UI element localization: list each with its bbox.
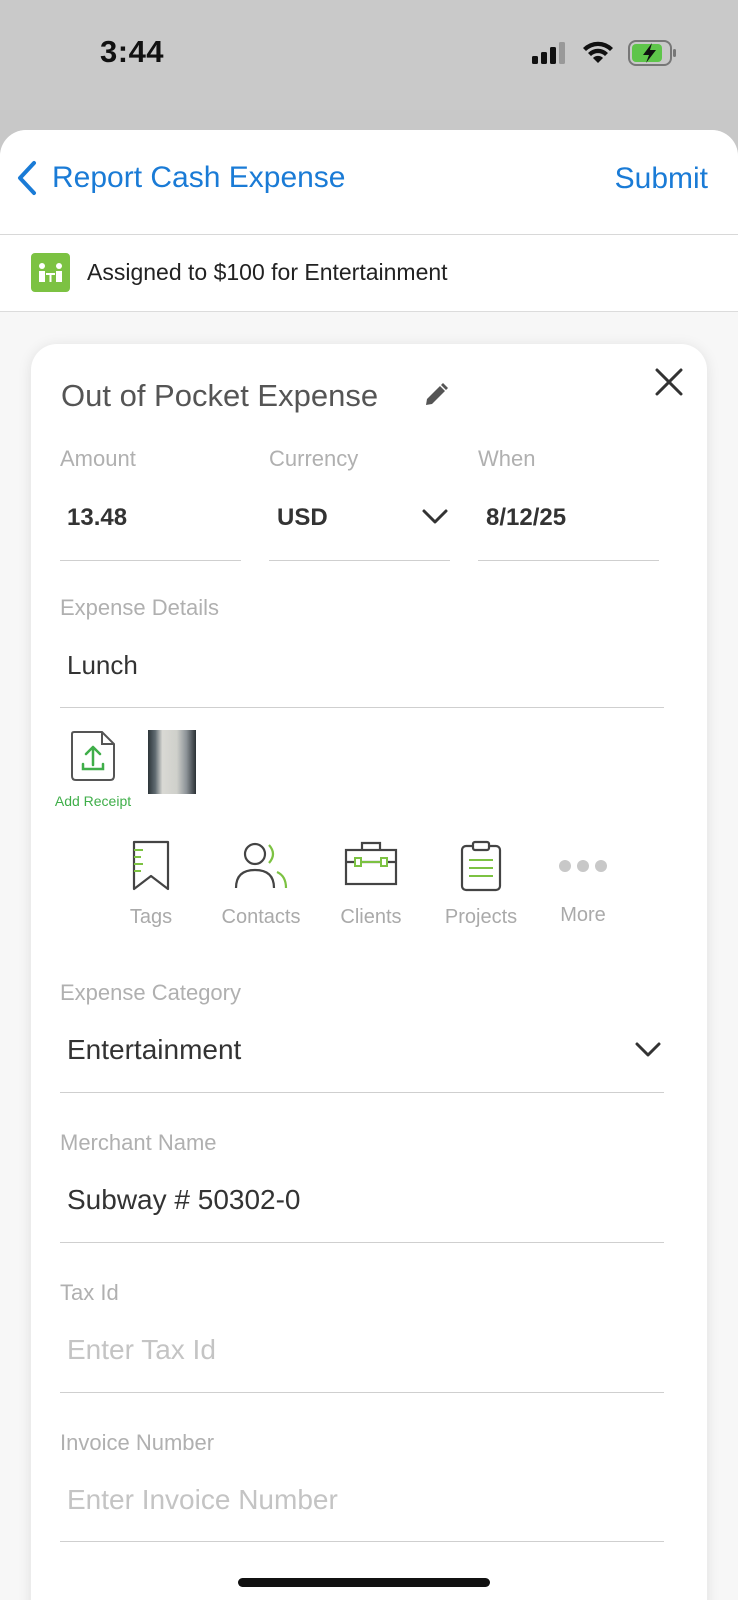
merchant-name-input[interactable]: Subway # 50302-0	[67, 1184, 301, 1216]
wifi-icon	[583, 41, 613, 63]
clients-label: Clients	[340, 906, 402, 928]
report-cash-expense-sheet: Report Cash Expense Submit Assigned to $…	[0, 130, 738, 1600]
signal-icon	[532, 42, 565, 64]
when-label: When	[478, 446, 536, 471]
pencil-icon[interactable]	[423, 382, 449, 408]
chevron-down-icon[interactable]	[421, 508, 449, 526]
contacts-label: Contacts	[221, 906, 301, 928]
status-time: 3:44	[100, 34, 165, 69]
briefcase-icon	[344, 841, 398, 886]
projects-label: Projects	[444, 906, 518, 928]
home-indicator	[238, 1578, 490, 1587]
merchant-underline	[60, 1242, 664, 1243]
status-icons	[532, 38, 678, 68]
battery-charging-icon	[628, 40, 676, 66]
tax-id-underline	[60, 1392, 664, 1393]
close-icon[interactable]	[653, 366, 685, 398]
amount-input[interactable]: 13.48	[67, 504, 127, 532]
tags-label: Tags	[129, 906, 173, 928]
add-receipt-button[interactable]: Add Receipt	[47, 730, 139, 809]
amount-label: Amount	[60, 446, 136, 471]
entertainment-category-icon	[31, 253, 70, 292]
more-label: More	[560, 904, 606, 926]
status-bar: 3:44	[0, 0, 738, 110]
submit-button[interactable]: Submit	[615, 162, 708, 196]
assignment-banner: Assigned to $100 for Entertainment	[0, 235, 738, 312]
currency-label: Currency	[269, 446, 359, 471]
expense-details-label: Expense Details	[60, 595, 219, 620]
expense-details-input[interactable]: Lunch	[67, 650, 138, 681]
invoice-underline	[60, 1541, 664, 1542]
attribute-toolbar: Tags Contacts Clients Projects More	[119, 840, 639, 940]
merchant-name-label: Merchant Name	[60, 1130, 217, 1155]
amount-underline	[60, 560, 241, 561]
background-screen-peek	[0, 112, 738, 132]
chevron-down-icon[interactable]	[634, 1041, 662, 1059]
details-underline	[60, 707, 664, 708]
upload-file-icon	[71, 731, 115, 781]
more-icon	[559, 860, 607, 872]
date-underline	[478, 560, 659, 561]
bookmark-icon	[132, 840, 170, 891]
back-button[interactable]: Report Cash Expense	[16, 160, 346, 196]
expense-title: Out of Pocket Expense	[61, 378, 379, 413]
date-input[interactable]: 8/12/25	[486, 504, 566, 532]
invoice-number-label: Invoice Number	[60, 1430, 215, 1455]
clipboard-icon	[460, 840, 502, 892]
add-receipt-label: Add Receipt	[54, 793, 132, 809]
tax-id-input[interactable]: Enter Tax Id	[67, 1334, 216, 1366]
assignment-text: Assigned to $100 for Entertainment	[87, 259, 448, 285]
expense-category-label: Expense Category	[60, 980, 241, 1005]
back-button-label: Report Cash Expense	[52, 161, 346, 194]
expense-category-select[interactable]: Entertainment	[67, 1034, 241, 1066]
receipt-thumbnail[interactable]	[148, 730, 196, 794]
navigation-bar: Report Cash Expense Submit	[0, 130, 738, 235]
invoice-number-input[interactable]: Enter Invoice Number	[67, 1484, 338, 1516]
expense-card: Out of Pocket Expense Amount 13.48 Curre…	[31, 344, 707, 1600]
currency-underline	[269, 560, 450, 561]
contacts-icon	[234, 842, 288, 889]
category-underline	[60, 1092, 664, 1093]
tax-id-label: Tax Id	[60, 1280, 119, 1305]
chevron-left-icon	[18, 161, 36, 195]
currency-select[interactable]: USD	[277, 504, 328, 532]
